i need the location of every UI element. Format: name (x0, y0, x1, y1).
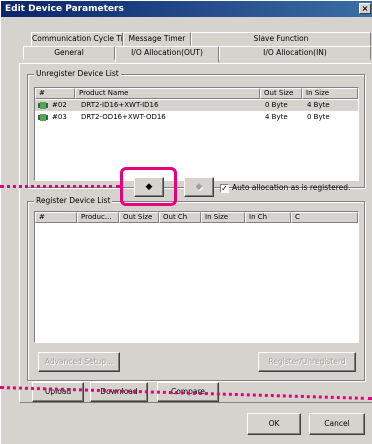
column-header-in-size[interactable]: In Size (201, 212, 245, 223)
table-row[interactable]: #02 DRT2-ID16+XWT-ID16 0 Byte 4 Byte (35, 100, 358, 111)
row-in-size: 0 Byte (307, 113, 330, 121)
close-button[interactable]: × (359, 3, 371, 14)
move-up-button[interactable]: ◆ (184, 177, 214, 197)
edit-device-parameters-dialog: Edit Device Parameters × Communication C… (0, 0, 372, 444)
cancel-button[interactable]: Cancel (309, 413, 365, 435)
ok-button[interactable]: OK (247, 413, 301, 435)
tab-io-allocation-in[interactable]: I/O Allocation(IN) (219, 46, 371, 60)
tab-message-timer[interactable]: Message Timer (123, 32, 191, 46)
column-header-out-size[interactable]: Out Size (260, 88, 302, 99)
row-out-size: 4 Byte (265, 113, 288, 121)
row-product-name: DRT2-OD16+XWT-OD16 (81, 113, 166, 121)
column-header-number[interactable]: # (35, 88, 75, 99)
row-out-size: 0 Byte (265, 101, 288, 109)
device-chip-icon (38, 114, 48, 121)
table-row[interactable]: #03 DRT2-OD16+XWT-OD16 4 Byte 0 Byte (35, 112, 358, 123)
screenshot: { "window": { "title": "Edit Device Para… (0, 0, 372, 444)
column-header-out-ch[interactable]: Out Ch (159, 212, 201, 223)
row-product-name: DRT2-ID16+XWT-ID16 (81, 101, 159, 109)
tab-general[interactable]: General (23, 46, 115, 60)
window-title: Edit Device Parameters (5, 4, 124, 14)
tab-panel: Unregister Device List # Product Name Ou… (19, 63, 372, 403)
row-in-size: 4 Byte (307, 101, 330, 109)
column-header-c[interactable]: C (291, 212, 358, 223)
register-device-list[interactable]: # Produc... Out Size Out Ch In Size In C… (34, 211, 359, 343)
annotation-dotted-line (0, 185, 120, 188)
row-number: #02 (52, 101, 67, 109)
column-header-number[interactable]: # (35, 212, 77, 223)
column-header-product-name[interactable]: Product Name (75, 88, 260, 99)
title-bar: Edit Device Parameters × (1, 1, 372, 17)
column-header-in-size[interactable]: In Size (302, 88, 358, 99)
unregister-device-list[interactable]: # Product Name Out Size In Size #02 DRT2… (34, 87, 359, 181)
unregister-device-group: Unregister Device List # Product Name Ou… (27, 69, 365, 188)
register-unregister-button[interactable]: Register/Unregisterd (258, 352, 356, 372)
register-device-label: Register Device List (34, 196, 113, 205)
register-device-group: Register Device List # Produc... Out Siz… (27, 196, 365, 381)
tab-communication-cycle-time[interactable]: Communication Cycle Time (31, 32, 135, 46)
tab-slave-function[interactable]: Slave Function (191, 32, 371, 46)
upload-button[interactable]: Upload (32, 382, 84, 402)
device-chip-icon (38, 102, 48, 109)
advanced-setup-button[interactable]: Advanced Setup... (38, 352, 120, 372)
move-down-button[interactable]: ◆ (134, 177, 164, 197)
row-number: #03 (52, 113, 67, 121)
column-header-product[interactable]: Produc... (77, 212, 119, 223)
tab-io-allocation-out[interactable]: I/O Allocation(OUT) (115, 46, 219, 62)
column-header-out-size[interactable]: Out Size (119, 212, 159, 223)
auto-allocation-label: Auto allocation as is registered. (232, 183, 351, 192)
unregister-device-label: Unregister Device List (34, 69, 121, 78)
column-header-in-ch[interactable]: In Ch (245, 212, 291, 223)
auto-allocation-checkbox[interactable]: ✓ (220, 184, 229, 193)
